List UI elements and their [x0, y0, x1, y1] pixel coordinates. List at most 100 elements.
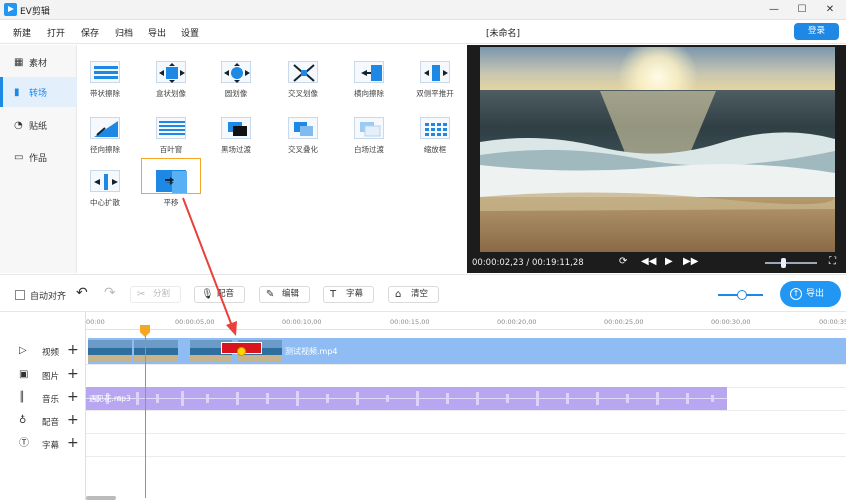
- transition-fade-black[interactable]: 黑场过渡: [208, 109, 264, 159]
- export-button[interactable]: ↑ 导出: [780, 281, 841, 307]
- add-image-button[interactable]: +: [67, 366, 79, 382]
- transition-fade-white[interactable]: 白场过渡: [341, 109, 397, 159]
- menu-bar: 新建 打开 保存 归档 导出 设置 [未命名] 登录: [0, 20, 846, 44]
- add-video-button[interactable]: +: [67, 342, 79, 358]
- ruler-label: 00:00:20,00: [497, 318, 537, 326]
- transition-label: 百叶窗: [159, 145, 183, 154]
- broom-icon: ⌂: [395, 289, 402, 300]
- minimize-button[interactable]: —: [764, 2, 784, 18]
- timeline-toolbar: 自动对齐 ↶ ↷ ✂ 分割 🎙 配音 ✎ 编辑 T 字幕 ⌂ 清空 ↑ 导出: [0, 274, 846, 312]
- transition-double-push[interactable]: 双侧平推开: [407, 53, 463, 103]
- track-header-image: ▣ 图片 +: [0, 364, 86, 387]
- audio-clip-label: 遇见花.mp3: [89, 394, 131, 403]
- preview-panel: 00:00:02,23 / 00:19:11,28 ⟳ ◀◀ ▶ ▶▶ ⛶: [467, 45, 846, 273]
- add-music-button[interactable]: +: [67, 389, 79, 405]
- video-icon: ▷: [19, 345, 27, 356]
- volume-slider-handle[interactable]: [781, 258, 786, 268]
- sidebar-item-label: 素材: [29, 59, 48, 69]
- ruler-label: 00:00:15,00: [390, 318, 430, 326]
- track-divider: [86, 410, 846, 411]
- split-button[interactable]: ✂ 分割: [130, 286, 181, 303]
- menu-new[interactable]: 新建: [13, 26, 31, 39]
- fade-white-icon: [354, 117, 384, 139]
- edit-icon: ✎: [266, 289, 275, 300]
- transition-center-spread[interactable]: 中心扩散: [77, 162, 133, 212]
- add-dub-button[interactable]: +: [67, 412, 79, 428]
- ruler-label: 00:00:25,00: [604, 318, 644, 326]
- maximize-button[interactable]: ☐: [792, 2, 812, 18]
- transition-label: 白场过渡: [354, 145, 384, 154]
- menu-settings[interactable]: 设置: [181, 26, 199, 39]
- subtitle-button[interactable]: T 字幕: [323, 286, 374, 303]
- transition-label: 平移: [163, 198, 179, 207]
- close-button[interactable]: ✕: [820, 2, 840, 18]
- timeline-scrollbar[interactable]: [86, 496, 116, 500]
- time-ruler[interactable]: 00:00 00:00:05,00 00:00:10,00 00:00:15,0…: [86, 312, 846, 330]
- fullscreen-icon[interactable]: ⛶: [829, 256, 836, 268]
- sidebar-item-stickers[interactable]: ◔ 贴纸: [0, 110, 77, 140]
- login-button[interactable]: 登录: [794, 23, 839, 40]
- loop-button[interactable]: ⟳: [619, 256, 627, 268]
- text-icon: T: [330, 289, 337, 300]
- ruler-label: 00:00:30,00: [711, 318, 751, 326]
- sidebar-item-transitions[interactable]: ▮ 转场: [0, 77, 77, 107]
- transition-cross-iris[interactable]: 交叉划像: [275, 53, 331, 103]
- rewind-button[interactable]: ◀◀: [641, 256, 656, 268]
- transition-cross-dissolve[interactable]: 交叉叠化: [275, 109, 331, 159]
- fast-forward-button[interactable]: ▶▶: [683, 256, 698, 268]
- project-name: [未命名]: [486, 29, 521, 39]
- blinds-icon: [156, 117, 186, 139]
- sidebar: ▦ 素材 ▮ 转场 ◔ 贴纸 ▭ 作品: [0, 45, 77, 273]
- transition-radial-wipe[interactable]: 径向擦除: [77, 109, 133, 159]
- app-logo-icon: [4, 3, 17, 16]
- transition-horizontal-wipe[interactable]: 横向擦除: [341, 53, 397, 103]
- dub-button[interactable]: 🎙 配音: [194, 286, 245, 303]
- transition-label: 中心扩散: [90, 198, 120, 207]
- track-label: 音乐: [42, 395, 60, 405]
- microphone-icon: 🎙: [201, 289, 214, 300]
- undo-button[interactable]: ↶: [76, 285, 88, 301]
- upload-icon: ↑: [790, 288, 802, 300]
- transition-blinds[interactable]: 百叶窗: [143, 109, 199, 159]
- auto-align-checkbox[interactable]: [15, 290, 25, 300]
- transition-label: 盒状划像: [156, 89, 186, 98]
- play-button[interactable]: ▶: [665, 256, 673, 268]
- transition-label: 径向擦除: [90, 145, 120, 154]
- transition-handle[interactable]: [237, 347, 246, 356]
- ruler-label: 00:00: [86, 318, 105, 326]
- microphone-icon: ♁: [19, 415, 27, 426]
- folder-icon: ▭: [14, 152, 24, 163]
- radial-wipe-icon: [90, 117, 120, 139]
- transition-label: 带状擦除: [90, 89, 120, 98]
- audio-clip[interactable]: [86, 387, 727, 410]
- preview-time: 00:00:02,23 / 00:19:11,28: [472, 258, 584, 268]
- menu-open[interactable]: 打开: [47, 26, 65, 39]
- edit-button[interactable]: ✎ 编辑: [259, 286, 310, 303]
- menu-export[interactable]: 导出: [148, 26, 166, 39]
- playhead[interactable]: [145, 330, 146, 498]
- transition-icon: ▮: [14, 87, 20, 98]
- menu-save[interactable]: 保存: [81, 26, 99, 39]
- fade-black-icon: [221, 117, 251, 139]
- video-thumbnail: [134, 340, 178, 362]
- image-icon: ▣: [19, 369, 29, 380]
- sidebar-item-label: 贴纸: [29, 122, 48, 132]
- transition-band-wipe[interactable]: 带状擦除: [77, 53, 133, 103]
- transition-label: 双侧平推开: [416, 89, 454, 98]
- sidebar-item-materials[interactable]: ▦ 素材: [0, 47, 77, 77]
- redo-button[interactable]: ↷: [104, 285, 116, 301]
- track-header-subtitle: Ⓣ 字幕 +: [0, 433, 86, 456]
- track-header-dub: ♁ 配音 +: [0, 410, 86, 433]
- add-subtitle-button[interactable]: +: [67, 435, 79, 451]
- clear-button[interactable]: ⌂ 清空: [388, 286, 439, 303]
- transition-circle-iris[interactable]: 圆划像: [208, 53, 264, 103]
- transition-zoom-box[interactable]: 缩放框: [407, 109, 463, 159]
- volume-slider[interactable]: [765, 262, 817, 264]
- sidebar-item-works[interactable]: ▭ 作品: [0, 142, 77, 172]
- transition-box-iris[interactable]: 盒状划像: [143, 53, 199, 103]
- ruler-label: 00:00:10,00: [282, 318, 322, 326]
- ruler-label: 00:00:05,00: [175, 318, 215, 326]
- menu-archive[interactable]: 归档: [115, 26, 133, 39]
- zoom-slider-handle[interactable]: [737, 290, 747, 300]
- total-time: 00:19:11,28: [531, 258, 584, 268]
